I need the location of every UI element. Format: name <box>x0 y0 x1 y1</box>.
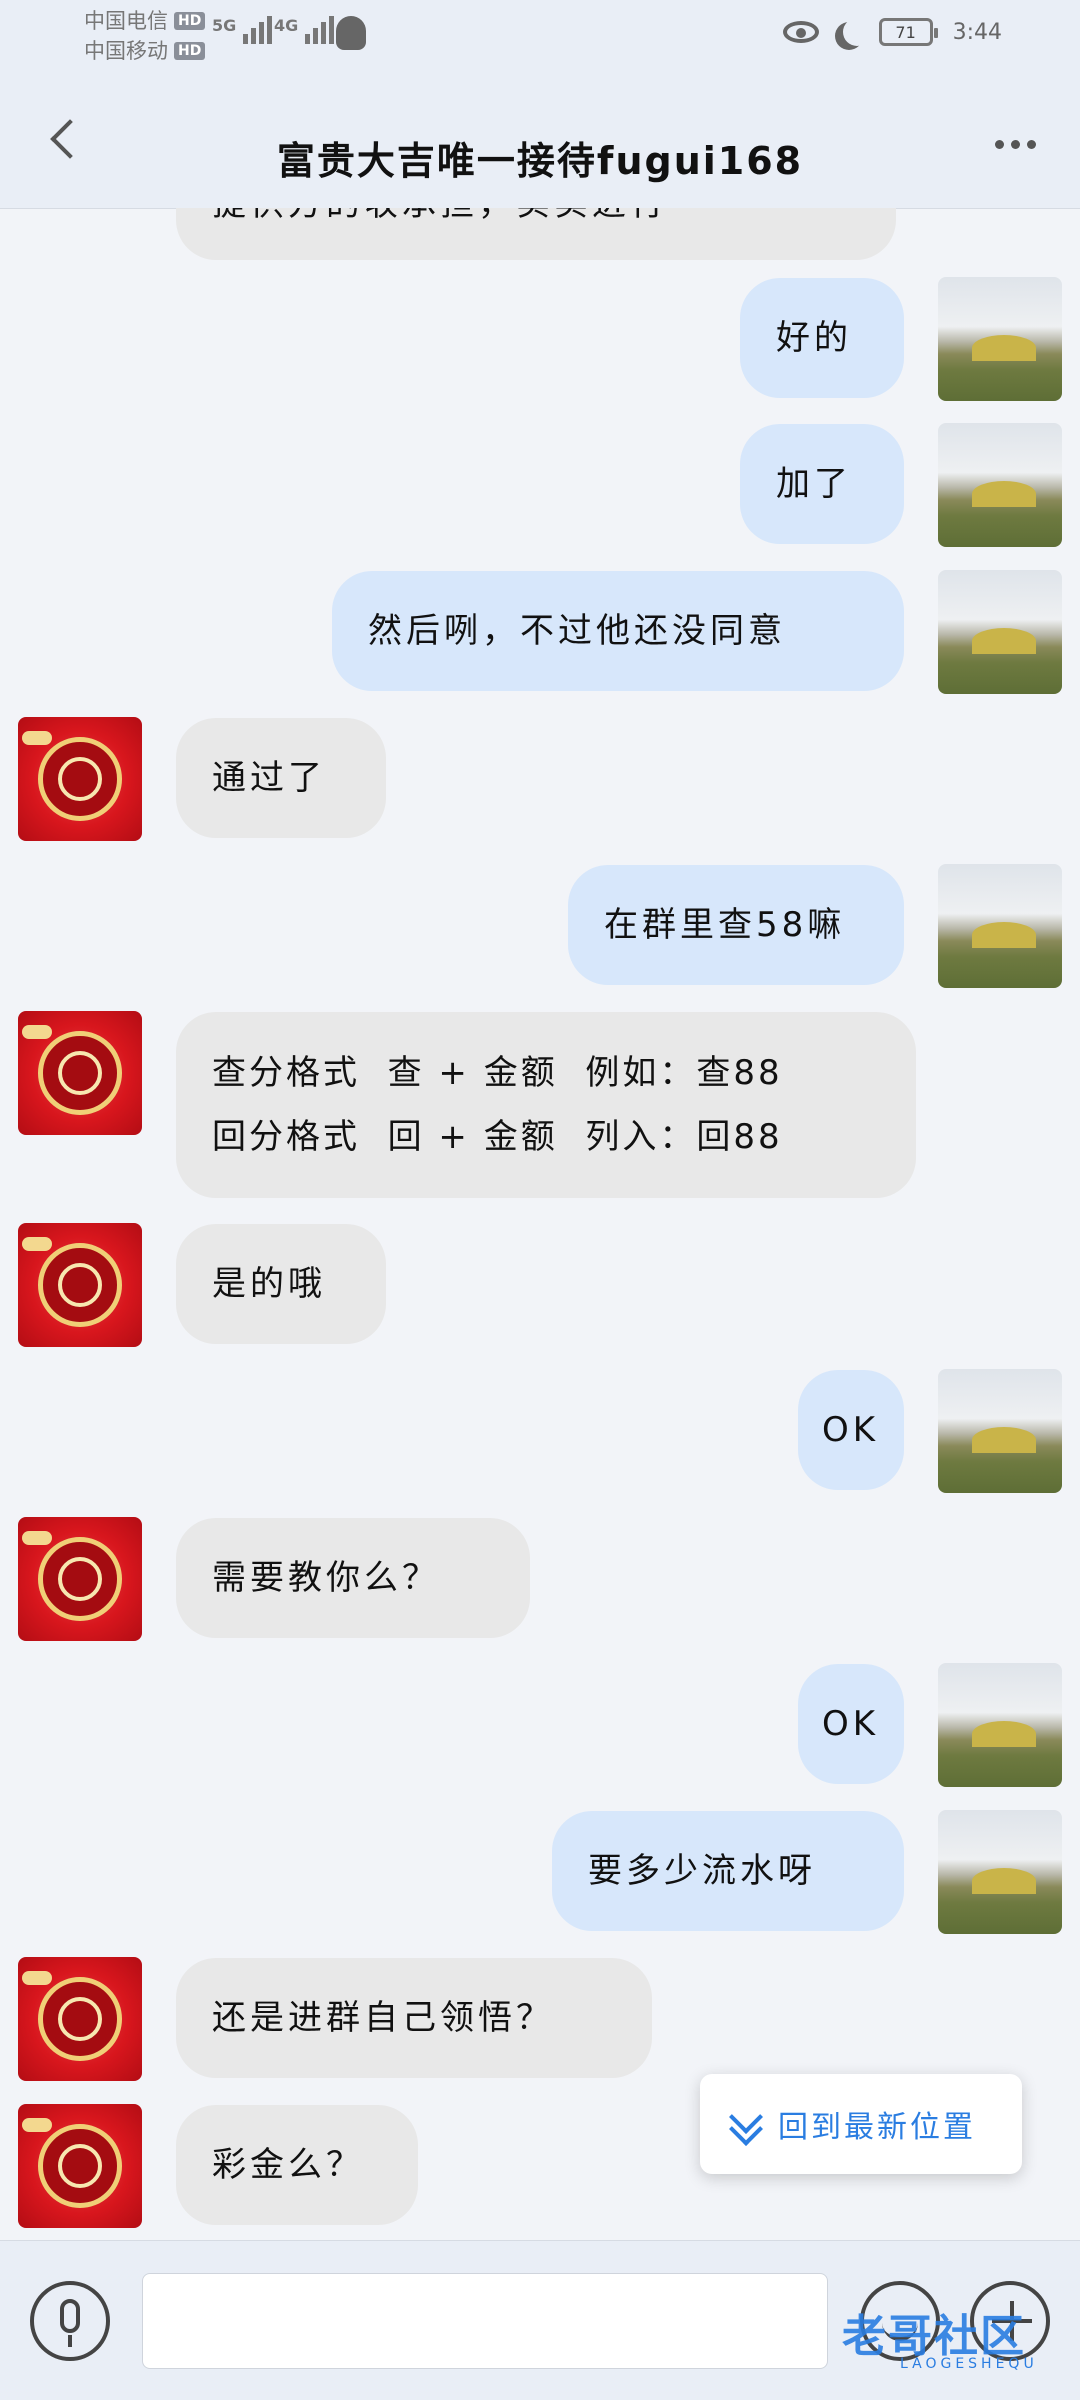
message-bubble-incoming[interactable]: 彩金么？ <box>176 2105 418 2225</box>
carrier-info: 中国电信 HD 中国移动 HD <box>84 6 206 66</box>
watermark-logo: 老哥社区 <box>842 2311 1026 2362</box>
watermark-subtext: LAOGESHEQU <box>900 2356 1038 2372</box>
status-bar: 中国电信 HD 中国移动 HD 5G 4G 71 3:44 <box>0 0 1080 74</box>
jump-to-latest-label: 回到最新位置 <box>778 2110 976 2145</box>
signal-5g-icon: 5G <box>212 16 273 44</box>
message-bubble-incoming[interactable]: 是的哦 <box>176 1224 386 1344</box>
message-text: 需要教你么？ <box>212 1558 440 1598</box>
message-bubble-outgoing[interactable]: 好的 <box>740 278 904 398</box>
message-bubble-incoming[interactable]: 通过了 <box>176 718 386 838</box>
voice-input-button[interactable] <box>30 2281 110 2361</box>
message-text: 提供方的收承担，实实进行 <box>212 208 860 226</box>
signal-4g-icon: 4G <box>274 16 335 44</box>
contact-avatar[interactable] <box>18 2104 142 2228</box>
message-text: 好的 <box>776 318 852 358</box>
message-text: OK <box>822 1704 880 1744</box>
contact-avatar[interactable] <box>18 717 142 841</box>
message-input[interactable] <box>142 2273 828 2369</box>
clock: 3:44 <box>952 19 1002 45</box>
self-avatar[interactable] <box>938 277 1062 401</box>
message-bubble-incoming[interactable]: 需要教你么？ <box>176 1518 530 1638</box>
more-dots-icon <box>995 140 1004 149</box>
hd-badge: HD <box>174 12 206 30</box>
moon-icon <box>843 18 871 46</box>
chat-screen: 中国电信 HD 中国移动 HD 5G 4G 71 3:44 富贵大吉唯一接待fu… <box>0 0 1080 2400</box>
hd-badge: HD <box>174 42 206 60</box>
message-text-line: 回分格式 回 + 金额 列入：回88 <box>212 1117 783 1157</box>
eye-comfort-icon <box>782 21 819 43</box>
carrier-1-label: 中国电信 <box>84 9 168 33</box>
message-bubble-outgoing[interactable]: 要多少流水呀 <box>552 1811 904 1931</box>
self-avatar[interactable] <box>938 1369 1062 1493</box>
message-bubble-incoming[interactable]: 查分格式 查 + 金额 例如：查88 回分格式 回 + 金额 列入：回88 <box>176 1012 916 1198</box>
message-bubble-outgoing[interactable]: OK <box>798 1664 904 1784</box>
message-text: OK <box>822 1410 880 1450</box>
self-avatar[interactable] <box>938 1663 1062 1787</box>
message-text: 通过了 <box>212 758 326 798</box>
double-chevron-down-icon <box>729 2100 763 2146</box>
chat-header: 富贵大吉唯一接待fugui168 <box>0 74 1080 209</box>
self-avatar[interactable] <box>938 864 1062 988</box>
message-bubble-outgoing[interactable]: OK <box>798 1370 904 1490</box>
message-bubble-incoming[interactable]: 还是进群自己领悟？ <box>176 1958 652 2078</box>
message-text: 在群里查58嘛 <box>604 905 846 945</box>
message-text: 还是进群自己领悟？ <box>212 1998 554 2038</box>
contact-avatar[interactable] <box>18 1011 142 1135</box>
chevron-left-icon <box>50 119 90 159</box>
qq-penguin-icon <box>336 16 366 50</box>
message-text-line: 查分格式 查 + 金额 例如：查88 <box>212 1053 783 1093</box>
message-list[interactable]: 提供方的收承担，实实进行 好的 加了 然后咧，不过他还没同意 通过了 在群里查5… <box>0 208 1080 2240</box>
message-bubble-outgoing[interactable]: 然后咧，不过他还没同意 <box>332 571 904 691</box>
more-options-button[interactable] <box>995 140 1036 149</box>
battery-icon: 71 <box>878 18 938 46</box>
self-avatar[interactable] <box>938 1810 1062 1934</box>
back-button[interactable] <box>44 118 90 160</box>
message-text: 然后咧，不过他还没同意 <box>368 611 786 651</box>
contact-avatar[interactable] <box>18 1223 142 1347</box>
battery-level: 71 <box>895 22 916 42</box>
contact-avatar[interactable] <box>18 1957 142 2081</box>
jump-to-latest-button[interactable]: 回到最新位置 <box>700 2074 1022 2174</box>
carrier-2-label: 中国移动 <box>84 39 168 63</box>
message-text: 要多少流水呀 <box>588 1851 816 1891</box>
self-avatar[interactable] <box>938 423 1062 547</box>
contact-avatar[interactable] <box>18 1517 142 1641</box>
message-bubble-incoming[interactable]: 提供方的收承担，实实进行 <box>176 208 896 260</box>
chat-title: 富贵大吉唯一接待fugui168 <box>276 139 804 183</box>
message-text: 加了 <box>776 464 852 504</box>
message-bubble-outgoing[interactable]: 在群里查58嘛 <box>568 865 904 985</box>
self-avatar[interactable] <box>938 570 1062 694</box>
message-bubble-outgoing[interactable]: 加了 <box>740 424 904 544</box>
message-text: 是的哦 <box>212 1264 326 1304</box>
message-text: 彩金么？ <box>212 2145 364 2185</box>
